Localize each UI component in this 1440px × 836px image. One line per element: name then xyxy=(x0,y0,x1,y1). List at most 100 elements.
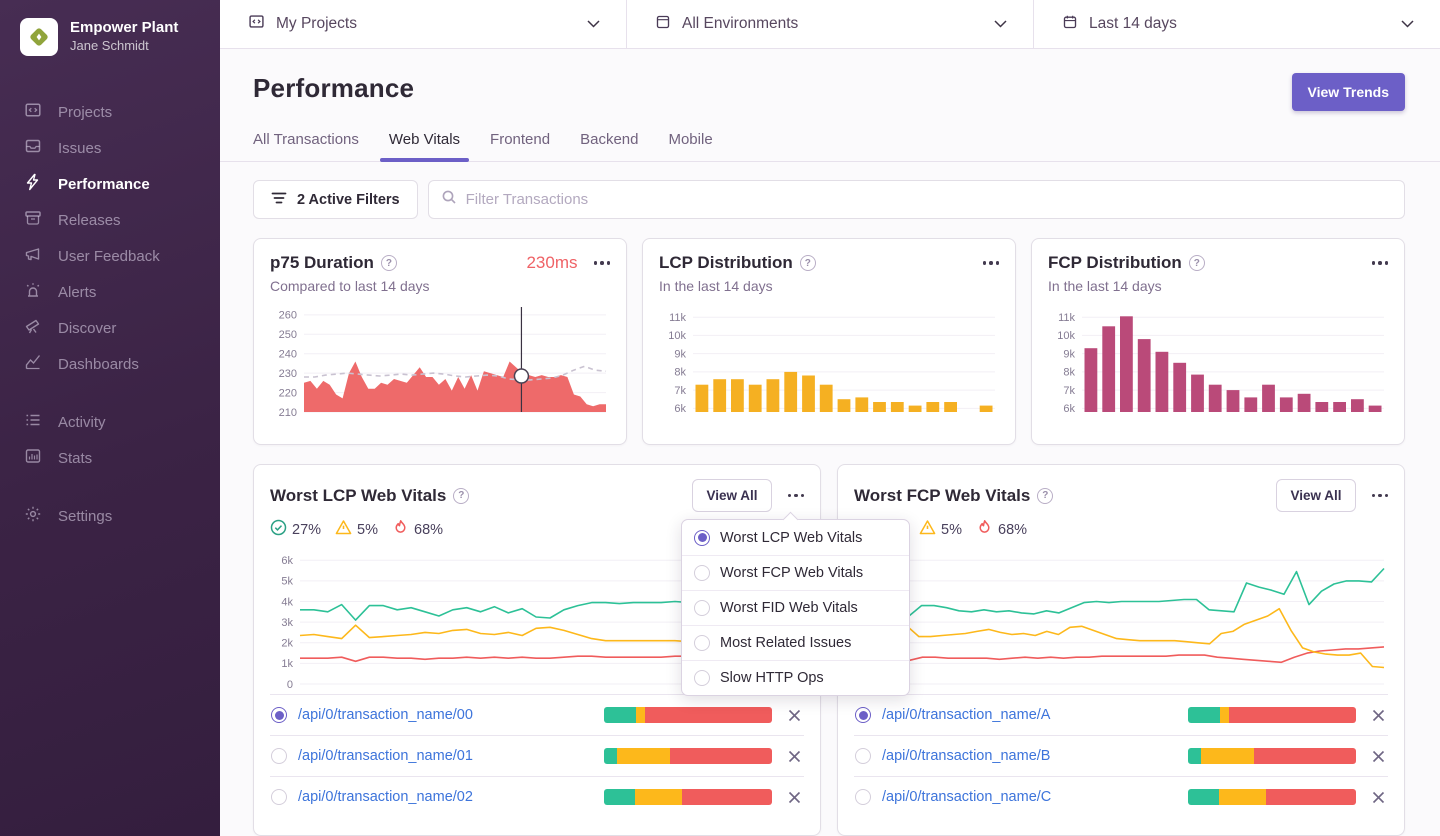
svg-text:220: 220 xyxy=(279,387,297,399)
sidebar-item-releases[interactable]: Releases xyxy=(0,202,220,238)
vitals-stacked-bar xyxy=(1188,789,1356,805)
sidebar-item-activity[interactable]: Activity xyxy=(0,404,220,440)
sidebar-item-dashboards[interactable]: Dashboards xyxy=(0,346,220,382)
dropdown-item-worst-lcp[interactable]: Worst LCP Web Vitals xyxy=(682,520,909,555)
overflow-menu-icon[interactable] xyxy=(593,257,610,269)
lightning-icon xyxy=(24,173,42,195)
transaction-link[interactable]: /api/0/transaction_name/01 xyxy=(298,748,473,764)
radio-button[interactable] xyxy=(855,789,871,805)
view-all-button[interactable]: View All xyxy=(1276,479,1356,512)
fire-icon xyxy=(976,519,993,540)
close-icon[interactable] xyxy=(1371,790,1386,805)
siren-icon xyxy=(24,281,42,303)
overflow-menu-icon[interactable] xyxy=(1371,257,1388,269)
fcp-bar-chart: 6k 7k 8k 9k 10k 11k xyxy=(1057,312,1384,415)
search-input[interactable] xyxy=(465,191,1392,208)
overflow-menu-icon[interactable] xyxy=(787,490,804,502)
view-trends-button[interactable]: View Trends xyxy=(1291,73,1405,111)
radio-button[interactable] xyxy=(855,748,871,764)
calendar-icon xyxy=(1062,14,1078,35)
close-icon[interactable] xyxy=(787,708,802,723)
issues-icon xyxy=(24,137,42,159)
svg-text:5k: 5k xyxy=(281,576,293,588)
sidebar-item-performance[interactable]: Performance xyxy=(0,166,220,202)
sidebar-item-stats[interactable]: Stats xyxy=(0,440,220,476)
help-icon[interactable]: ? xyxy=(453,487,470,504)
card-subtitle: In the last 14 days xyxy=(659,278,773,294)
tab-all-transactions[interactable]: All Transactions xyxy=(253,131,359,161)
sidebar-item-user-feedback[interactable]: User Feedback xyxy=(0,238,220,274)
overflow-menu-icon[interactable] xyxy=(1371,490,1388,502)
active-filters-button[interactable]: 2 Active Filters xyxy=(253,180,418,219)
project-selector[interactable]: My Projects xyxy=(220,0,626,48)
tab-backend[interactable]: Backend xyxy=(580,131,638,161)
vitals-badges: 27% 5% 68% xyxy=(854,519,1388,540)
transaction-search[interactable] xyxy=(427,180,1405,219)
org-name: Empower Plant xyxy=(70,19,179,37)
chart-type-dropdown: Worst LCP Web Vitals Worst FCP Web Vital… xyxy=(681,519,910,696)
card-subtitle: Compared to last 14 days xyxy=(270,278,430,294)
help-icon[interactable]: ? xyxy=(1188,255,1205,271)
environments-icon xyxy=(655,14,671,35)
topbar: My Projects All Environments Last 14 day… xyxy=(220,0,1440,49)
help-icon[interactable]: ? xyxy=(1037,487,1054,504)
view-all-button[interactable]: View All xyxy=(692,479,772,512)
sidebar-item-issues[interactable]: Issues xyxy=(0,130,220,166)
radio-button[interactable] xyxy=(271,748,287,764)
environment-selector[interactable]: All Environments xyxy=(626,0,1033,48)
chevron-down-icon xyxy=(994,15,1007,33)
transaction-row: /api/0/transaction_name/02 xyxy=(270,776,804,817)
radio-button[interactable] xyxy=(271,707,287,723)
date-range-selector[interactable]: Last 14 days xyxy=(1033,0,1440,48)
radio-button xyxy=(694,635,710,651)
archive-icon xyxy=(24,209,42,231)
sidebar-item-settings[interactable]: Settings xyxy=(0,498,220,534)
transaction-link[interactable]: /api/0/transaction_name/B xyxy=(882,748,1050,764)
tab-mobile[interactable]: Mobile xyxy=(668,131,712,161)
lcp-bar-chart: 6k 7k 8k 9k 10k 11k xyxy=(668,312,995,415)
transaction-row: /api/0/transaction_name/C xyxy=(854,776,1388,817)
svg-text:250: 250 xyxy=(279,329,297,341)
dropdown-item-most-related-issues[interactable]: Most Related Issues xyxy=(682,625,909,660)
sidebar-item-projects[interactable]: Projects xyxy=(0,94,220,130)
p75-area-chart: 210 220 230 240 250 260 xyxy=(279,307,607,419)
transaction-link[interactable]: /api/0/transaction_name/C xyxy=(882,789,1051,805)
radio-button[interactable] xyxy=(855,707,871,723)
radio-button xyxy=(694,670,710,686)
tab-frontend[interactable]: Frontend xyxy=(490,131,550,161)
radio-button xyxy=(694,600,710,616)
chart-line-icon xyxy=(24,353,42,375)
close-icon[interactable] xyxy=(787,749,802,764)
svg-text:6k: 6k xyxy=(281,555,293,567)
close-icon[interactable] xyxy=(1371,708,1386,723)
close-icon[interactable] xyxy=(1371,749,1386,764)
dropdown-item-slow-http-ops[interactable]: Slow HTTP Ops xyxy=(682,660,909,695)
transaction-link[interactable]: /api/0/transaction_name/00 xyxy=(298,707,473,723)
svg-text:9k: 9k xyxy=(674,348,686,360)
card-title: Worst FCP Web Vitals xyxy=(854,485,1031,505)
dropdown-item-worst-fcp[interactable]: Worst FCP Web Vitals xyxy=(682,555,909,590)
card-subtitle: In the last 14 days xyxy=(1048,278,1162,294)
dropdown-item-worst-fid[interactable]: Worst FID Web Vitals xyxy=(682,590,909,625)
worst-fcp-line-chart: 01k2k3k4k5k6k xyxy=(865,555,1385,691)
help-icon[interactable]: ? xyxy=(799,255,816,271)
radio-button[interactable] xyxy=(271,789,287,805)
vitals-stacked-bar xyxy=(604,707,772,723)
svg-text:7k: 7k xyxy=(1063,385,1075,397)
org-switcher[interactable]: Empower Plant Jane Schmidt xyxy=(0,0,220,56)
telescope-icon xyxy=(24,317,42,339)
svg-text:240: 240 xyxy=(279,348,297,360)
lcp-distribution-card: LCP Distribution ? In the last 14 days 6… xyxy=(642,238,1016,445)
svg-text:230: 230 xyxy=(279,368,297,380)
svg-text:2k: 2k xyxy=(281,638,293,650)
vitals-stacked-bar xyxy=(1188,748,1356,764)
gear-icon xyxy=(24,505,42,527)
transaction-link[interactable]: /api/0/transaction_name/02 xyxy=(298,789,473,805)
help-icon[interactable]: ? xyxy=(380,255,397,271)
tab-web-vitals[interactable]: Web Vitals xyxy=(379,131,470,162)
sidebar-item-discover[interactable]: Discover xyxy=(0,310,220,346)
transaction-link[interactable]: /api/0/transaction_name/A xyxy=(882,707,1050,723)
sidebar-item-alerts[interactable]: Alerts xyxy=(0,274,220,310)
close-icon[interactable] xyxy=(787,790,802,805)
overflow-menu-icon[interactable] xyxy=(982,257,999,269)
